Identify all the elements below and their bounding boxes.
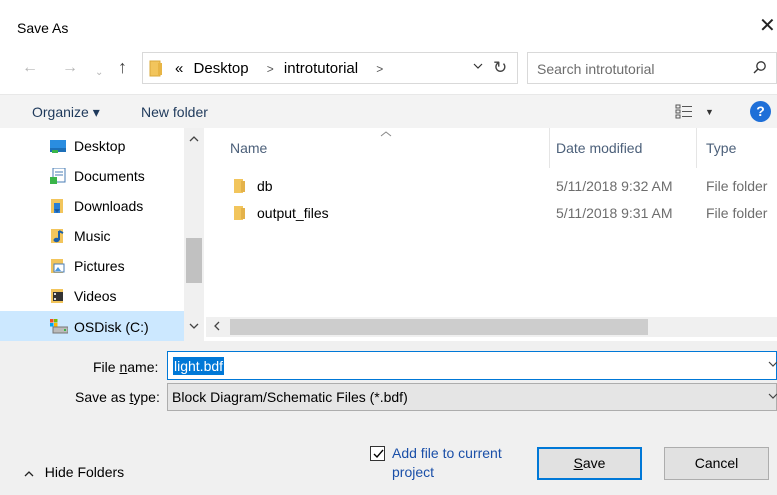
sidebar-item-label: Videos (74, 288, 117, 304)
sidebar-item-music[interactable]: Music (0, 220, 184, 250)
save-as-type-label: Save as type: (75, 389, 160, 405)
pictures-icon (50, 258, 66, 274)
up-arrow-icon[interactable]: ↑ (118, 57, 127, 77)
sidebar-item-downloads[interactable]: Downloads (0, 190, 184, 220)
search-placeholder: Search introtutorial (537, 61, 655, 77)
view-options-icon[interactable] (675, 103, 693, 122)
chevron-down-icon[interactable] (768, 359, 777, 370)
scrollbar-thumb[interactable] (186, 238, 202, 283)
organize-button[interactable]: Organize ▾ (32, 104, 100, 121)
navigation-pane: Desktop Documents Downloads Music Pictur… (0, 128, 206, 341)
sidebar-item-osdisk[interactable]: OSDisk (C:) (0, 311, 184, 341)
downloads-icon (50, 198, 66, 214)
scroll-left-icon[interactable] (214, 319, 220, 334)
title-bar: Save As ✕ (0, 0, 777, 44)
file-name-field[interactable]: light.bdf (167, 351, 777, 380)
column-header-name[interactable]: Name (230, 140, 267, 156)
scroll-up-icon[interactable] (189, 134, 199, 145)
add-to-project-checkbox[interactable] (370, 446, 385, 461)
column-header-type[interactable]: Type (706, 140, 736, 156)
file-list: Name Date modified Type db 5/11/2018 9:3… (206, 128, 777, 341)
file-type: File folder (706, 178, 768, 194)
hide-folders-button[interactable]: Hide Folders (24, 464, 124, 480)
back-arrow-icon[interactable]: ← (22, 58, 38, 78)
checkmark-icon (372, 444, 385, 463)
sidebar-item-pictures[interactable]: Pictures (0, 250, 184, 280)
recent-locations-chevron-icon[interactable]: ⌄ (95, 63, 103, 83)
breadcrumb-separator-icon[interactable]: > (267, 62, 274, 76)
sidebar-item-documents[interactable]: Documents (0, 160, 184, 190)
column-divider[interactable] (696, 128, 697, 168)
save-options-panel: File name: light.bdf Save as type: Block… (0, 341, 777, 495)
file-name: db (257, 178, 273, 194)
file-name-value: light.bdf (173, 357, 225, 375)
file-row[interactable]: output_files 5/11/2018 9:31 AM File fold… (206, 200, 777, 226)
file-name-label: File name: (93, 359, 159, 375)
cancel-button[interactable]: Cancel (664, 447, 769, 480)
sidebar-item-label: Downloads (74, 198, 144, 214)
column-header-date-modified[interactable]: Date modified (556, 140, 642, 156)
desktop-icon (50, 138, 66, 154)
save-as-type-select[interactable]: Block Diagram/Schematic Files (*.bdf) (167, 383, 777, 411)
save-as-type-value: Block Diagram/Schematic Files (*.bdf) (172, 389, 408, 405)
address-bar[interactable]: « Desktop > introtutorial > ↻ (142, 52, 518, 84)
sidebar-item-desktop[interactable]: Desktop (0, 130, 184, 160)
view-dropdown-icon[interactable]: ▼ (705, 107, 714, 117)
search-icon[interactable] (752, 60, 768, 79)
folder-icon (149, 60, 163, 80)
file-date: 5/11/2018 9:31 AM (556, 205, 673, 221)
horizontal-scrollbar[interactable] (206, 317, 777, 337)
breadcrumb-introtutorial[interactable]: introtutorial (284, 60, 358, 77)
scroll-down-icon[interactable] (189, 321, 199, 332)
sidebar-scrollbar[interactable] (184, 128, 204, 341)
documents-icon (50, 167, 66, 184)
chevron-up-icon (24, 469, 37, 480)
new-folder-button[interactable]: New folder (141, 104, 208, 120)
drive-icon (50, 319, 69, 335)
breadcrumb-overflow[interactable]: « (175, 60, 183, 77)
folder-icon (234, 178, 246, 197)
breadcrumb-separator-icon[interactable]: > (376, 62, 383, 76)
help-icon[interactable]: ? (750, 101, 771, 122)
hide-folders-label: Hide Folders (44, 464, 125, 480)
breadcrumb-desktop[interactable]: Desktop (194, 60, 249, 77)
folder-icon (234, 205, 246, 224)
file-row[interactable]: db 5/11/2018 9:32 AM File folder (206, 173, 777, 199)
search-input[interactable]: Search introtutorial (527, 52, 777, 84)
breadcrumb: « Desktop > introtutorial > (175, 60, 389, 77)
sidebar-item-label: Pictures (74, 258, 125, 274)
forward-arrow-icon[interactable]: → (62, 58, 78, 78)
column-divider[interactable] (549, 128, 550, 168)
sidebar-item-label: Music (74, 228, 111, 244)
videos-icon (50, 288, 66, 304)
file-name: output_files (257, 205, 329, 221)
refresh-icon[interactable]: ↻ (493, 58, 507, 78)
file-type: File folder (706, 205, 768, 221)
scrollbar-thumb[interactable] (230, 319, 648, 335)
sidebar-item-label: OSDisk (C:) (74, 319, 149, 335)
save-button[interactable]: Save (537, 447, 642, 480)
window-title: Save As (17, 20, 69, 36)
file-date: 5/11/2018 9:32 AM (556, 178, 673, 194)
music-icon (50, 228, 66, 244)
command-bar: Organize ▾ New folder ▼ ? (0, 94, 777, 128)
chevron-down-icon[interactable] (768, 391, 777, 402)
close-icon[interactable]: ✕ (759, 16, 776, 36)
navigation-bar: ← → ⌄ ↑ « Desktop > introtutorial > ↻ Se… (0, 44, 777, 94)
sidebar-item-videos[interactable]: Videos (0, 280, 184, 310)
sort-ascending-icon (380, 128, 392, 140)
add-to-project-label[interactable]: Add file to current project (392, 444, 532, 482)
chevron-down-icon[interactable] (473, 61, 483, 72)
sidebar-item-label: Documents (74, 168, 145, 184)
sidebar-item-label: Desktop (74, 138, 126, 154)
